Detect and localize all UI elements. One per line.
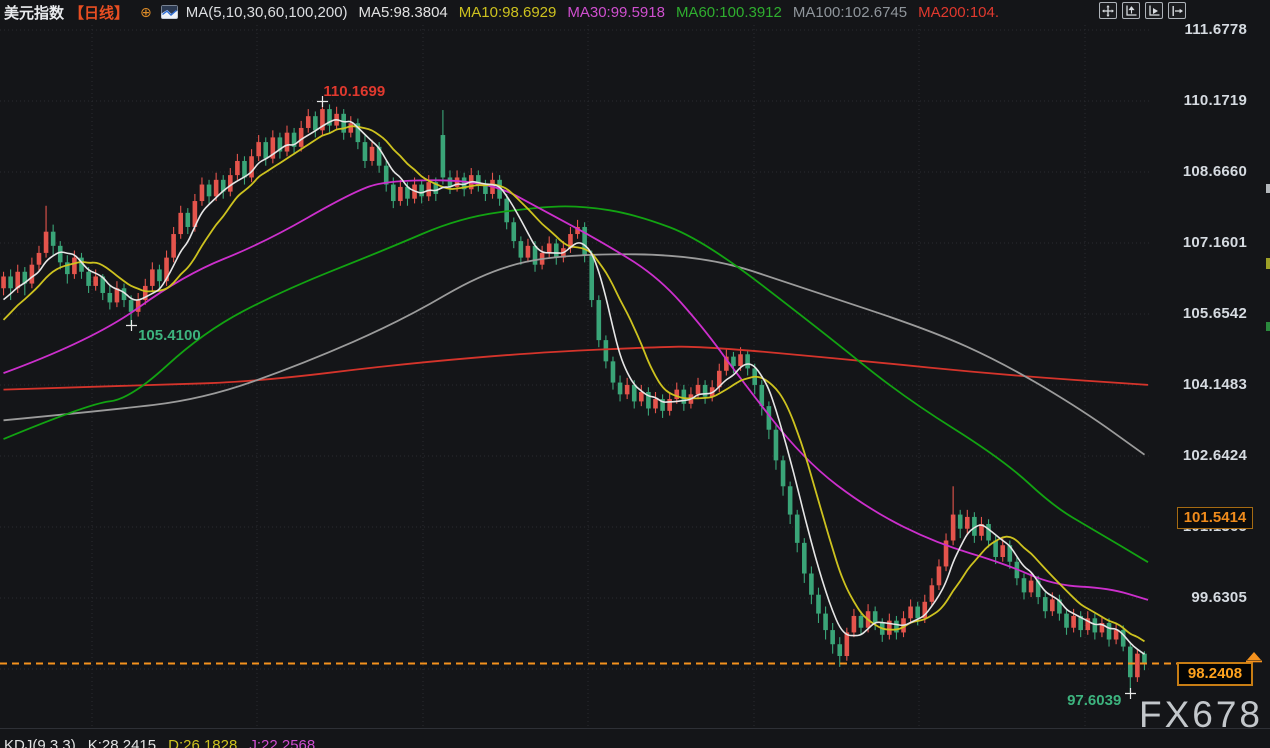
move-crosshair-icon[interactable] xyxy=(1099,2,1117,19)
ma5-value: MA5:98.3804 xyxy=(359,4,448,21)
right-edge-fragment xyxy=(1266,184,1270,193)
ma10-value: MA10:98.6929 xyxy=(459,4,557,21)
axis-play-icon[interactable] xyxy=(1145,2,1163,19)
price-alert-tag[interactable]: 101.5414 xyxy=(1177,507,1253,529)
jump-to-latest-icon[interactable] xyxy=(1168,2,1186,19)
last-price-tag[interactable]: 98.2408 xyxy=(1177,662,1253,686)
price-extreme-cross-icon xyxy=(125,319,138,332)
candlestick-chart[interactable] xyxy=(0,0,1270,748)
ma100-value: MA100:102.6745 xyxy=(793,4,907,21)
axis-scale-up-icon[interactable] xyxy=(1122,2,1140,19)
chart-thumbnail-icon[interactable] xyxy=(161,5,178,19)
trading-app: 美元指数 【日线】 ⊕ MA(5,10,30,60,100,200) MA5:9… xyxy=(0,0,1270,748)
right-edge-fragment xyxy=(1266,258,1270,269)
price-annotation: 105.4100 xyxy=(138,327,201,344)
kdj-indicator-row: KDJ(9,3,3) K:28.2415 D:26.1828 J:22.2568 xyxy=(4,737,315,748)
price-alert-marker-icon[interactable] xyxy=(1246,649,1262,663)
symbol-title: 美元指数 xyxy=(4,2,64,23)
candles-layer[interactable] xyxy=(1,101,1147,693)
chart-header: 美元指数 【日线】 ⊕ MA(5,10,30,60,100,200) MA5:9… xyxy=(0,0,1270,24)
kdj-k-value: K:28.2415 xyxy=(88,737,156,748)
kdj-d-value: D:26.1828 xyxy=(168,737,237,748)
axis-price-label: 110.1719 xyxy=(1147,92,1247,109)
axis-price-label: 108.6660 xyxy=(1147,163,1247,180)
axis-price-label: 107.1601 xyxy=(1147,234,1247,251)
ma-params-label: MA(5,10,30,60,100,200) xyxy=(186,4,348,21)
axis-price-label: 104.1483 xyxy=(1147,376,1247,393)
price-annotation: 110.1699 xyxy=(323,83,385,100)
axis-price-label: 105.6542 xyxy=(1147,305,1247,322)
ma200-line xyxy=(4,347,1149,390)
right-edge-fragment xyxy=(1266,322,1270,331)
panel-divider xyxy=(0,728,1270,729)
axis-price-label: 102.6424 xyxy=(1147,447,1247,464)
add-indicator-icon[interactable]: ⊕ xyxy=(140,4,152,21)
ma30-value: MA30:99.5918 xyxy=(567,4,665,21)
ma-lines-layer xyxy=(4,120,1149,654)
price-annotation: 97.6039 xyxy=(1067,692,1121,709)
axis-price-label: 99.6305 xyxy=(1147,589,1247,606)
chart-toolbar xyxy=(1099,2,1186,19)
price-extreme-cross-icon xyxy=(1124,687,1137,700)
fx678-watermark: FX678 xyxy=(1139,694,1263,736)
ma200-value: MA200:104. xyxy=(918,4,999,21)
kdj-j-value: J:22.2568 xyxy=(249,737,315,748)
ma60-value: MA60:100.3912 xyxy=(676,4,782,21)
timeframe-selector[interactable]: 【日线】 xyxy=(69,2,129,23)
kdj-label: KDJ(9,3,3) xyxy=(4,737,76,748)
grid-layer xyxy=(0,25,1152,728)
ma5-line xyxy=(4,120,1145,654)
